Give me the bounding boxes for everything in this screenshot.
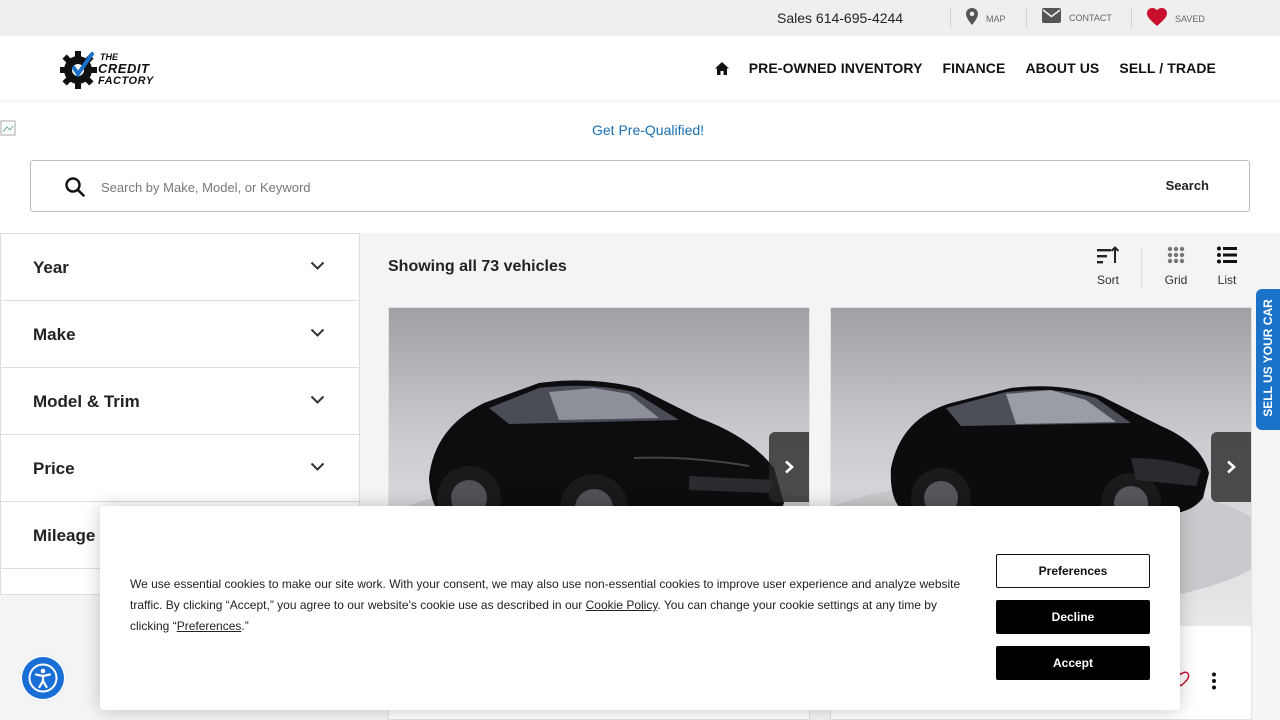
facet-model-trim[interactable]: Model & Trim xyxy=(1,368,359,435)
sales-phone[interactable]: Sales 614-695-4244 xyxy=(777,10,903,26)
search-input[interactable] xyxy=(101,175,1001,199)
nav-sell-trade[interactable]: SELL / TRADE xyxy=(1119,60,1216,76)
divider xyxy=(950,8,951,28)
next-photo-button[interactable] xyxy=(1211,432,1251,502)
nav-pre-owned-inventory[interactable]: PRE-OWNED INVENTORY xyxy=(749,60,923,76)
list-label: List xyxy=(1217,273,1237,287)
cookie-consent-banner: We use essential cookies to make our sit… xyxy=(100,506,1180,710)
search-button[interactable]: Search xyxy=(1166,178,1209,193)
sort-label: Sort xyxy=(1096,273,1119,287)
map-link[interactable]: MAP xyxy=(966,8,1006,25)
next-photo-button[interactable] xyxy=(769,432,809,502)
cookie-policy-link[interactable]: Cookie Policy xyxy=(586,598,658,612)
facet-title: Year xyxy=(33,258,69,277)
facet-title: Model & Trim xyxy=(33,392,140,411)
results-count: Showing all 73 vehicles xyxy=(388,258,567,275)
nav-about-us[interactable]: ABOUT US xyxy=(1025,60,1099,76)
cookie-text: .” xyxy=(241,619,249,633)
list-view-button[interactable]: List xyxy=(1207,246,1247,287)
site-logo[interactable]: THE CREDIT FACTORY xyxy=(59,50,160,90)
chevron-down-icon xyxy=(310,261,325,270)
divider xyxy=(1026,8,1027,28)
divider xyxy=(1131,8,1132,28)
search-bar: Search xyxy=(30,160,1250,212)
home-icon[interactable] xyxy=(714,61,729,75)
heart-icon xyxy=(1147,8,1167,26)
map-pin-icon xyxy=(966,8,978,25)
contact-label: CONTACT xyxy=(1069,12,1112,23)
sell-us-your-car-tab[interactable]: SELL US YOUR CAR xyxy=(1256,289,1280,430)
logo-text-factory: FACTORY xyxy=(98,75,154,87)
grid-label: Grid xyxy=(1164,273,1188,287)
logo-text-credit: CREDIT xyxy=(98,61,150,76)
decline-button[interactable]: Decline xyxy=(996,600,1150,634)
grid-icon xyxy=(1167,246,1185,264)
contact-link[interactable]: CONTACT xyxy=(1042,8,1112,23)
facet-year[interactable]: Year xyxy=(1,234,359,301)
facet-price[interactable]: Price xyxy=(1,435,359,502)
accept-button[interactable]: Accept xyxy=(996,646,1150,680)
get-pre-qualified-link[interactable]: Get Pre-Qualified! xyxy=(592,122,704,138)
nav-finance[interactable]: FINANCE xyxy=(943,60,1006,76)
saved-link[interactable]: SAVED xyxy=(1147,8,1205,26)
chevron-down-icon xyxy=(310,395,325,404)
facet-title: Price xyxy=(33,459,75,478)
envelope-icon xyxy=(1042,8,1061,23)
sort-button[interactable]: Sort xyxy=(1088,246,1128,287)
sort-icon xyxy=(1097,246,1120,264)
chevron-down-icon xyxy=(310,328,325,337)
utility-bar: Sales 614-695-4244 MAP CONTACT SAVED xyxy=(0,0,1280,36)
search-icon xyxy=(65,177,85,197)
facet-title: Mileage xyxy=(33,526,96,545)
cookie-message: We use essential cookies to make our sit… xyxy=(130,574,970,637)
chevron-right-icon xyxy=(785,460,794,474)
divider xyxy=(1141,248,1142,288)
accessibility-icon xyxy=(28,663,58,693)
preferences-link[interactable]: Preferences xyxy=(177,619,242,633)
chevron-down-icon xyxy=(310,462,325,471)
more-options-icon[interactable] xyxy=(1210,672,1218,690)
facet-title: Make xyxy=(33,325,76,344)
chevron-right-icon xyxy=(1227,460,1236,474)
map-label: MAP xyxy=(986,13,1006,24)
site-header: THE CREDIT FACTORY PRE-OWNED INVENTORY F… xyxy=(0,36,1280,100)
accessibility-button[interactable] xyxy=(20,655,66,701)
facet-make[interactable]: Make xyxy=(1,301,359,368)
sell-us-your-car-label: SELL US YOUR CAR xyxy=(1261,299,1275,417)
broken-image-icon xyxy=(0,120,16,136)
grid-view-button[interactable]: Grid xyxy=(1156,246,1196,287)
list-icon xyxy=(1217,246,1237,264)
saved-label: SAVED xyxy=(1175,14,1205,24)
main-nav: PRE-OWNED INVENTORY FINANCE ABOUT US SEL… xyxy=(714,60,1216,76)
preferences-button[interactable]: Preferences xyxy=(996,554,1150,588)
